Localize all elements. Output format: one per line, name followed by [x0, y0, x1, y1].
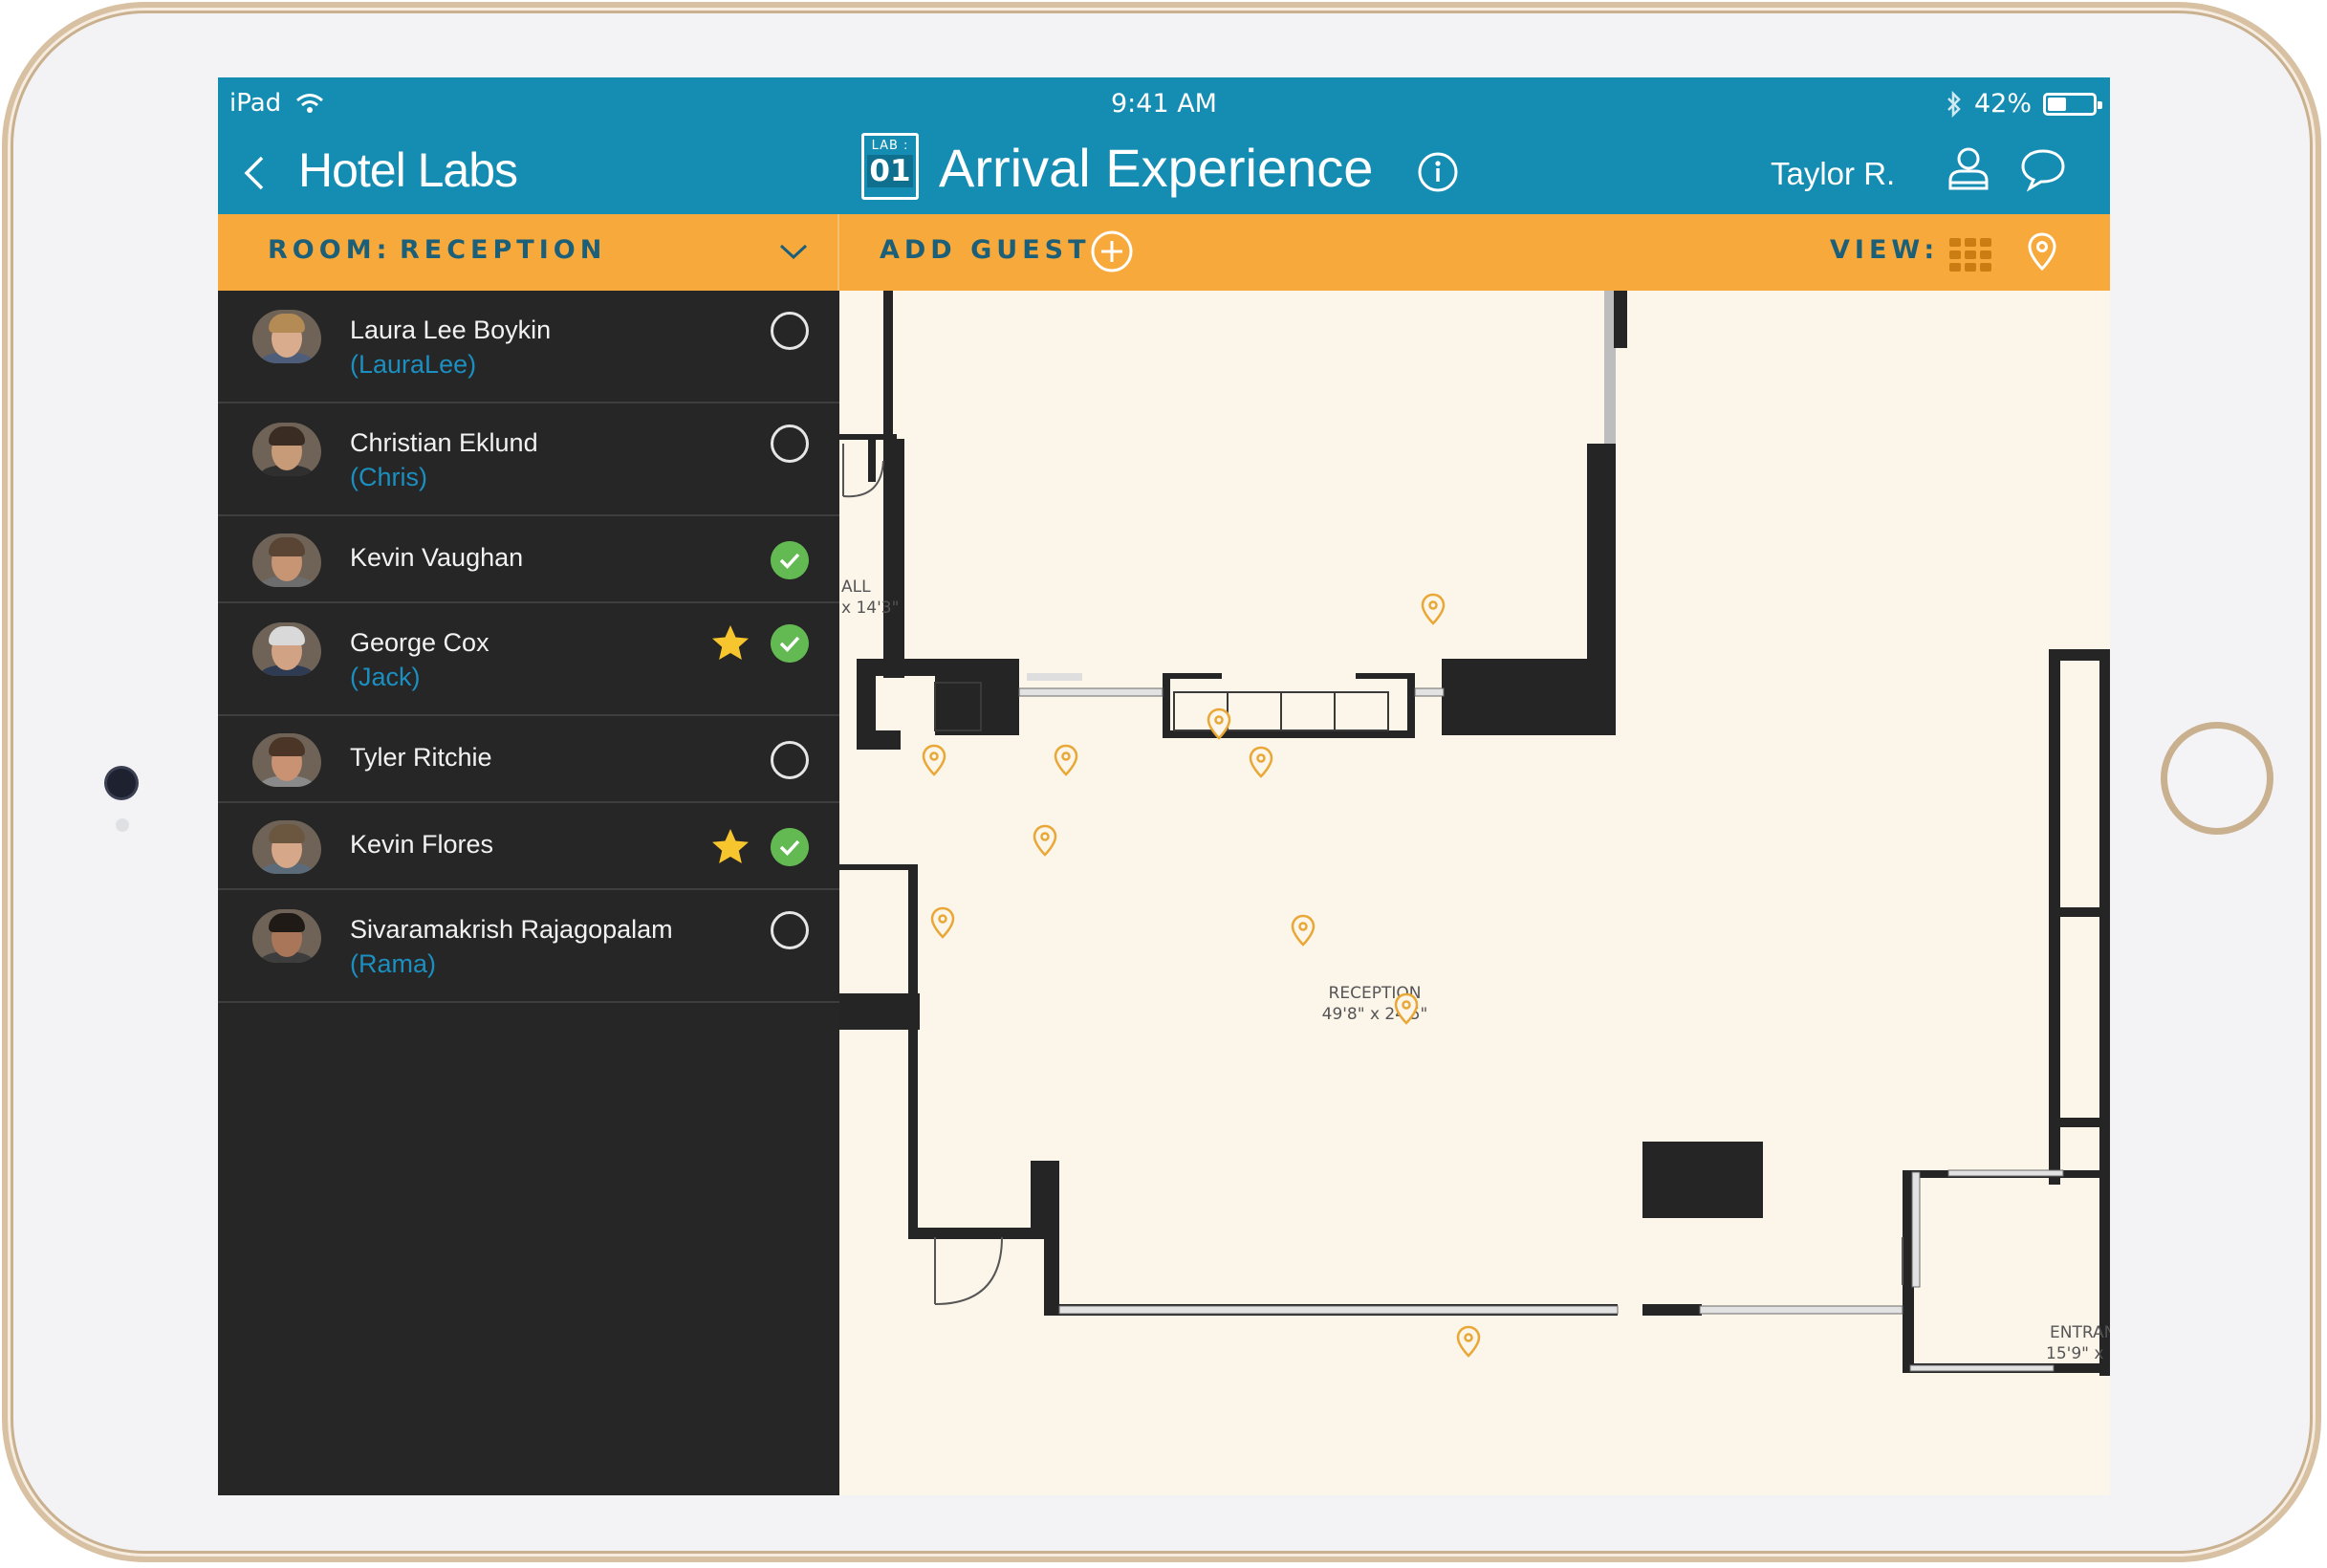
lab-badge: LAB : 01	[861, 133, 919, 200]
view-label: VIEW:	[1830, 235, 1940, 265]
room-selector[interactable]: ROOM: RECEPTION	[218, 214, 839, 291]
guest-row[interactable]: Tyler Ritchie	[218, 716, 839, 803]
checkmark-icon[interactable]	[771, 624, 809, 663]
battery-icon	[2043, 92, 2102, 116]
map-pin-icon[interactable]	[930, 906, 955, 939]
avatar	[252, 820, 321, 874]
checkmark-icon[interactable]	[771, 541, 809, 579]
guest-nickname: (LauraLee)	[350, 350, 477, 379]
user-profile-icon[interactable]	[1946, 144, 1990, 192]
page-title: Arrival Experience	[939, 138, 1374, 198]
guest-row[interactable]: Laura Lee Boykin (LauraLee)	[218, 291, 839, 403]
unchecked-circle-icon[interactable]	[771, 741, 809, 779]
unchecked-circle-icon[interactable]	[771, 911, 809, 949]
star-icon[interactable]	[709, 826, 751, 868]
room-size-partial: x 14'3"	[841, 599, 899, 618]
chevron-down-icon[interactable]	[778, 241, 809, 262]
header: iPad 9:41 AM 42% Hotel Labs LAB : 01 Arr…	[218, 77, 2110, 214]
add-guest-button[interactable]: ADD GUEST	[880, 235, 1091, 265]
grid-view-icon[interactable]	[1948, 237, 1992, 272]
user-name[interactable]: Taylor R.	[1771, 156, 1895, 192]
home-button[interactable]	[2161, 722, 2273, 835]
map-pin-icon[interactable]	[1291, 914, 1316, 947]
map-pin-icon[interactable]	[922, 744, 946, 776]
guest-nickname: (Rama)	[350, 949, 437, 978]
avatar	[252, 534, 321, 587]
app-screen: iPad 9:41 AM 42% Hotel Labs LAB : 01 Arr…	[218, 77, 2110, 1495]
checkmark-icon[interactable]	[771, 828, 809, 866]
guest-row[interactable]: Sivaramakrish Rajagopalam (Rama)	[218, 890, 839, 1003]
avatar	[252, 423, 321, 476]
avatar	[252, 733, 321, 787]
guest-name: George Cox	[350, 628, 489, 657]
guest-nickname: (Chris)	[350, 463, 427, 491]
star-icon[interactable]	[709, 622, 751, 664]
chat-bubble-icon[interactable]	[2019, 146, 2067, 192]
guest-row[interactable]: George Cox (Jack)	[218, 603, 839, 716]
toolbar: ROOM: RECEPTION ADD GUEST VIEW:	[218, 214, 2110, 291]
avatar	[252, 622, 321, 676]
guest-name: Sivaramakrish Rajagopalam	[350, 915, 673, 944]
bluetooth-icon	[1947, 90, 1961, 118]
map-pin-icon[interactable]	[1249, 746, 1273, 778]
guest-name: Christian Eklund	[350, 428, 538, 457]
guest-nickname: (Jack)	[350, 663, 421, 691]
room-value: RECEPTION	[400, 235, 607, 265]
room-label: ROOM:	[268, 235, 392, 265]
avatar	[252, 310, 321, 363]
room-label-partial: ALL	[841, 577, 871, 597]
unchecked-circle-icon[interactable]	[771, 312, 809, 350]
brand-logo[interactable]: Hotel Labs	[298, 142, 518, 198]
room-label-entrance: ENTRANCE	[2050, 1323, 2110, 1342]
map-pin-icon[interactable]	[1033, 824, 1057, 857]
map-pin-icon[interactable]	[1421, 593, 1446, 625]
avatar	[252, 909, 321, 963]
plus-circle-icon[interactable]	[1090, 229, 1134, 273]
lab-label: LAB :	[871, 139, 909, 153]
lab-number: 01	[867, 155, 913, 187]
status-time: 9:41 AM	[1111, 89, 1217, 119]
guest-row[interactable]: Christian Eklund (Chris)	[218, 403, 839, 516]
guest-row[interactable]: Kevin Flores	[218, 803, 839, 890]
guest-name: Kevin Flores	[350, 830, 494, 859]
camera	[107, 769, 136, 797]
status-right: 42%	[1946, 89, 2102, 119]
unchecked-circle-icon[interactable]	[771, 425, 809, 463]
guest-name: Laura Lee Boykin	[350, 316, 552, 344]
battery-percent: 42%	[1973, 89, 2032, 119]
floor-plan-map[interactable]: RECEPTION 49'8" x 24'5" ENTRANCE 15'9" x…	[839, 291, 2110, 1495]
map-pin-view-icon[interactable]	[2027, 231, 2057, 272]
sensor	[116, 818, 129, 832]
info-icon[interactable]	[1417, 151, 1459, 193]
back-chevron-icon[interactable]	[239, 152, 272, 194]
guest-name: Kevin Vaughan	[350, 543, 524, 572]
guest-name: Tyler Ritchie	[350, 743, 492, 772]
guest-row[interactable]: Kevin Vaughan	[218, 516, 839, 603]
room-size-entrance: 15'9" x 7'3"	[2046, 1344, 2110, 1363]
guest-list: Laura Lee Boykin (LauraLee) Christian Eklu…	[218, 291, 839, 1495]
battery-fill	[2048, 97, 2067, 111]
map-pin-icon[interactable]	[1054, 744, 1078, 776]
map-pin-icon[interactable]	[1456, 1325, 1481, 1358]
